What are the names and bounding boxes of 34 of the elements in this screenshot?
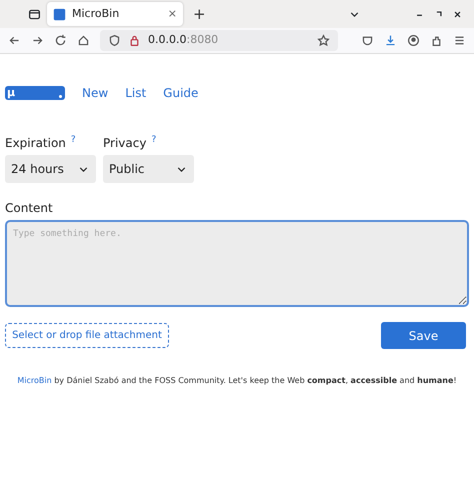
account-icon[interactable] [407, 34, 420, 47]
save-button[interactable]: Save [381, 322, 466, 349]
address-bar[interactable]: 0.0.0.0:8080 [100, 30, 338, 51]
content-field[interactable]: Type something here. [5, 220, 469, 307]
dropdown[interactable]: 24 hours [5, 155, 96, 183]
close-tab-button[interactable]: × [168, 6, 177, 22]
browser-tab[interactable]: MicroBin × [47, 2, 183, 26]
forward-icon[interactable] [31, 34, 44, 47]
field-label: Expiration [5, 136, 66, 150]
star-icon[interactable] [317, 34, 330, 47]
nav-link[interactable]: New [82, 84, 108, 102]
lock-icon [128, 34, 141, 47]
help-link[interactable]: ? [70, 135, 76, 145]
url-text: 0.0.0.0:8080 [148, 32, 218, 48]
footer-link[interactable]: MicroBin [17, 376, 52, 385]
help-link[interactable]: ? [151, 135, 156, 145]
home-icon[interactable] [77, 34, 90, 47]
download-icon[interactable] [384, 34, 397, 47]
reload-icon[interactable] [54, 34, 67, 47]
field-label: Content [5, 200, 54, 217]
dropdown[interactable]: Public [103, 155, 194, 183]
attach-button[interactable]: Select or drop file attachment [5, 323, 169, 348]
tab-list-icon[interactable] [28, 8, 41, 20]
field-label: Privacy [103, 136, 146, 150]
nav-link[interactable]: List [125, 84, 146, 102]
logo[interactable]: μ [5, 86, 65, 100]
footer-text: MicroBin by Dániel Szabó and the FOSS Community. Let's keep the Web compact, accessible and humane! [16, 375, 458, 387]
new-tab-button[interactable]: + [193, 2, 206, 26]
menu-icon[interactable] [453, 34, 466, 47]
shield-icon [108, 34, 121, 47]
back-icon[interactable] [8, 34, 21, 47]
favicon-icon [53, 8, 66, 20]
pocket-icon[interactable] [361, 34, 374, 47]
nav-link[interactable]: Guide [163, 84, 198, 102]
